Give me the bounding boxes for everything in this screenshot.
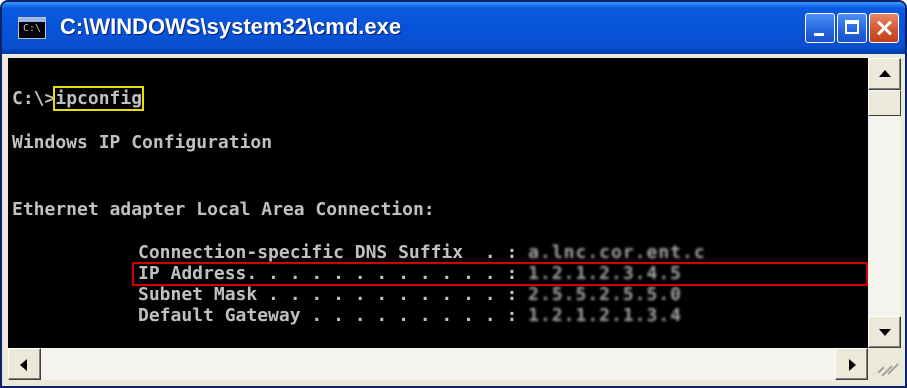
arrow-right-icon (849, 359, 856, 371)
vertical-scrollbar[interactable] (868, 58, 901, 348)
resize-grip-icon[interactable] (868, 348, 901, 380)
cmd-window: C:\ C:\WINDOWS\system32\cmd.exe C:\>ipco… (0, 0, 907, 388)
prompt: C:\> (12, 88, 56, 109)
dns-suffix-value: a.lnc.cor.ent.c (528, 242, 706, 263)
maximize-button[interactable] (837, 13, 867, 43)
default-gateway-label: Default Gateway . . . . . . . . . : (138, 305, 518, 326)
scroll-up-button[interactable] (868, 58, 901, 90)
scroll-right-button[interactable] (835, 348, 868, 380)
prompt-line: C:\>ipconfig (12, 86, 145, 111)
arrow-left-icon (20, 359, 27, 371)
dns-suffix-row: Connection-specific DNS Suffix . : a.lnc… (138, 242, 706, 264)
arrow-down-icon (879, 329, 891, 336)
subnet-mask-value: 2.5.5.2.5.5.0 (528, 284, 683, 305)
close-button[interactable] (869, 13, 899, 43)
scroll-left-button[interactable] (8, 348, 41, 380)
cmd-icon-glyph: C:\ (23, 23, 42, 34)
adapter-heading: Ethernet adapter Local Area Connection: (12, 199, 435, 220)
command-text: ipconfig (53, 86, 145, 111)
default-gateway-value: 1.2.1.2.1.3.4 (528, 305, 683, 326)
dns-suffix-label: Connection-specific DNS Suffix . : (138, 242, 518, 263)
ip-config-heading: Windows IP Configuration (12, 132, 273, 153)
arrow-up-icon (879, 70, 891, 77)
default-gateway-row: Default Gateway . . . . . . . . . : 1.2.… (138, 305, 682, 327)
scroll-down-button[interactable] (868, 316, 901, 348)
minimize-button[interactable] (805, 13, 835, 43)
ip-address-highlight (132, 262, 868, 286)
title-bar[interactable]: C:\ C:\WINDOWS\system32\cmd.exe (2, 2, 905, 54)
subnet-mask-row: Subnet Mask . . . . . . . . . . . : 2.5.… (138, 284, 682, 306)
cmd-icon-titlebar (19, 18, 45, 22)
minimize-icon (814, 33, 824, 36)
subnet-mask-label: Subnet Mask . . . . . . . . . . . : (138, 284, 518, 305)
horizontal-scrollbar[interactable] (8, 348, 868, 380)
maximize-icon (845, 20, 859, 34)
window-title: C:\WINDOWS\system32\cmd.exe (60, 14, 402, 39)
console-output[interactable]: C:\>ipconfig Windows IP Configuration Et… (8, 58, 868, 348)
vertical-scroll-thumb[interactable] (868, 90, 901, 116)
cmd-icon[interactable]: C:\ (18, 17, 46, 39)
